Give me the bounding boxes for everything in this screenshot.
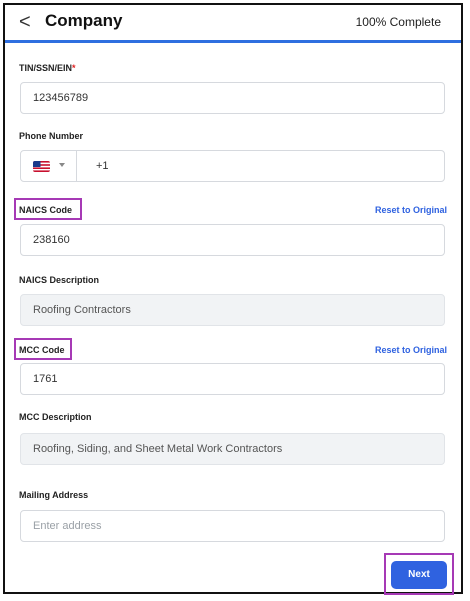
tin-label: TIN/SSN/EIN*: [19, 63, 76, 73]
tin-input[interactable]: 123456789: [20, 82, 445, 114]
mcc-code-label: MCC Code: [19, 345, 65, 355]
chevron-down-icon: [59, 163, 65, 167]
back-chevron-icon[interactable]: <: [19, 11, 31, 34]
progress-status: 100% Complete: [355, 15, 441, 29]
naics-code-label: NAICS Code: [19, 205, 73, 215]
naics-reset-link[interactable]: Reset to Original: [375, 205, 447, 215]
required-mark: *: [72, 63, 76, 73]
dial-code: +1: [96, 160, 109, 172]
phone-label: Phone Number: [19, 131, 84, 141]
naics-code-input[interactable]: 238160: [20, 224, 445, 256]
mcc-code-input[interactable]: 1761: [20, 363, 445, 395]
tin-label-text: TIN/SSN/EIN: [19, 63, 73, 73]
page-header: < Company 100% Complete: [5, 5, 461, 43]
naics-description-field: Roofing Contractors: [20, 294, 445, 326]
mailing-address-input[interactable]: Enter address: [20, 510, 445, 542]
mcc-description-field: Roofing, Siding, and Sheet Metal Work Co…: [20, 433, 445, 465]
page-title: Company: [45, 11, 123, 30]
us-flag-icon: [33, 161, 50, 172]
form-window: < Company 100% Complete TIN/SSN/EIN* 123…: [3, 3, 463, 595]
next-button[interactable]: Next: [391, 561, 447, 589]
phone-input[interactable]: +1: [20, 150, 445, 182]
naics-description-label: NAICS Description: [19, 275, 100, 285]
mcc-description-label: MCC Description: [19, 412, 92, 422]
mcc-reset-link[interactable]: Reset to Original: [375, 345, 447, 355]
mailing-address-label: Mailing Address: [19, 490, 89, 500]
country-code-select[interactable]: [21, 151, 77, 181]
